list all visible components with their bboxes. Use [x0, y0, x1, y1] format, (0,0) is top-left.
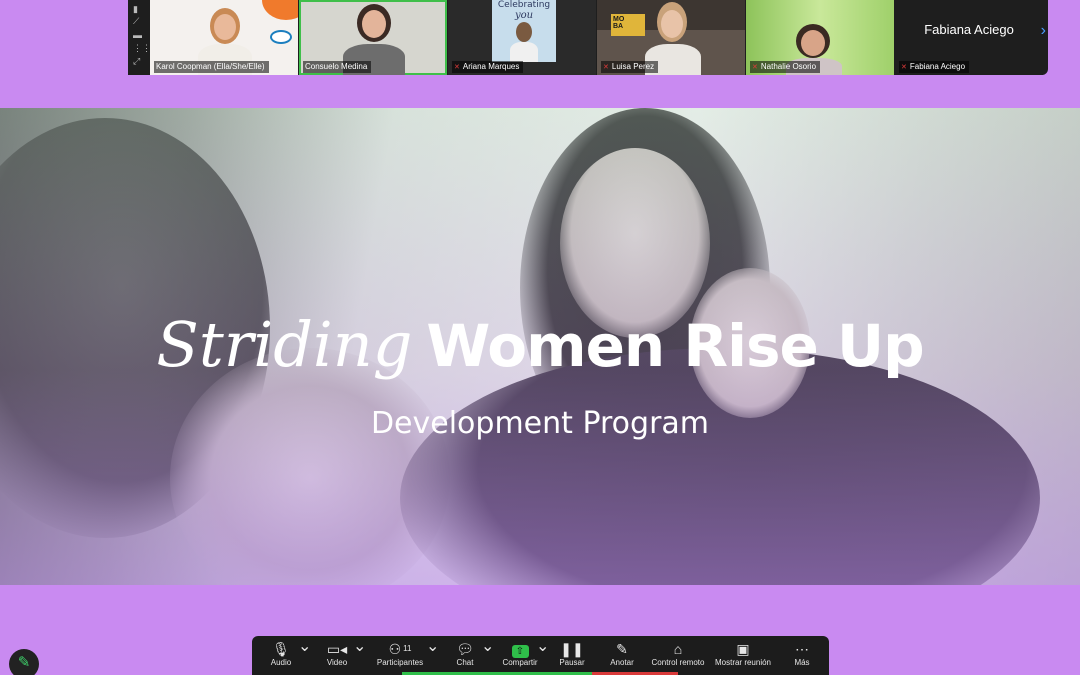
- draw-tool-icon[interactable]: ⟋: [133, 17, 143, 26]
- participant-face: [516, 22, 532, 42]
- participant-tile[interactable]: ✕ Nathalie Osorio: [746, 0, 894, 75]
- poster-text: Celebrating: [497, 0, 551, 10]
- shared-screen: Striding Women Rise Up Development Progra…: [0, 108, 1080, 585]
- more-button[interactable]: ⋯ Más: [786, 636, 818, 675]
- pause-icon: ❚❚: [560, 641, 584, 657]
- participant-name: ✕ Nathalie Osorio: [750, 61, 821, 73]
- participants-button[interactable]: ⚇ 11 Participantes: [374, 636, 426, 675]
- poster-text: you: [514, 10, 534, 21]
- chat-label: Chat: [456, 658, 474, 667]
- share-screen-icon-wrap: ⇧: [500, 640, 540, 658]
- company-logo-icon: [270, 30, 292, 44]
- more-options-icon: ⋯: [795, 641, 809, 657]
- arrow-tool-icon[interactable]: ▮: [133, 5, 143, 14]
- participant-face: [661, 10, 683, 38]
- next-page-icon[interactable]: ›: [1041, 22, 1046, 40]
- mouse-icon: ⌂: [673, 641, 683, 657]
- participants-icon: ⚇ 11: [388, 641, 412, 657]
- shape-tool-icon[interactable]: ▬: [133, 31, 143, 40]
- participant-name: ✕ Luisa Perez: [601, 61, 659, 73]
- slide-subtitle: Development Program: [370, 406, 710, 441]
- participant-face: [362, 10, 386, 38]
- participant-strip: ▮ ⟋ ▬ ⋮⋮ ⤢ Karol Coopman (Ella/She/Elle)…: [128, 0, 1048, 75]
- remote-control-button[interactable]: ⌂ Control remoto: [650, 636, 706, 675]
- chat-bubble-icon: 💬︎: [456, 641, 474, 657]
- remote-control-label: Control remoto: [651, 658, 705, 667]
- share-label: Compartir: [502, 658, 538, 667]
- microphone-icon: 🎙︎: [272, 641, 290, 657]
- audio-options-chevron-icon[interactable]: ⌄: [298, 636, 311, 675]
- audio-label: Audio: [270, 658, 292, 667]
- zoom-meeting-window: ▮ ⟋ ▬ ⋮⋮ ⤢ Karol Coopman (Ella/She/Elle)…: [0, 0, 1080, 675]
- grid-view-icon[interactable]: ⋮⋮: [133, 44, 151, 53]
- participants-label: Participantes: [376, 658, 424, 667]
- participant-name: ✕ Fabiana Aciego: [899, 61, 970, 73]
- participant-name: ✕ Ariana Marques: [452, 61, 524, 73]
- chat-button[interactable]: 💬︎ Chat: [448, 636, 482, 675]
- more-label: Más: [794, 658, 810, 667]
- participant-face: [214, 14, 236, 40]
- slide-title-script: Striding: [156, 308, 413, 381]
- pencil-icon: ✎: [616, 641, 628, 657]
- chat-options-chevron-icon[interactable]: ⌄: [481, 636, 494, 675]
- annotation-toolbar: ▮ ⟋ ▬ ⋮⋮ ⤢: [128, 0, 151, 75]
- participant-tile[interactable]: Karol Coopman (Ella/She/Elle): [150, 0, 298, 75]
- participant-tile-active[interactable]: Consuelo Medina: [299, 0, 447, 75]
- share-button[interactable]: ⇧ Compartir: [500, 636, 540, 675]
- participants-options-chevron-icon[interactable]: ⌄: [426, 636, 439, 675]
- slide-title-bold: Women Rise Up: [426, 312, 924, 380]
- share-screen-icon: ⇧: [511, 645, 529, 658]
- virtual-background-poster: Celebrating you: [492, 0, 556, 62]
- camera-icon: ▭◂: [326, 641, 348, 657]
- participant-tile[interactable]: Celebrating you ✕ Ariana Marques: [448, 0, 596, 75]
- participant-tile[interactable]: MO BA ✕ Luisa Perez: [597, 0, 745, 75]
- video-options-chevron-icon[interactable]: ⌄: [353, 636, 366, 675]
- participant-display-name: Fabiana Aciego: [924, 22, 1014, 37]
- video-label: Video: [326, 658, 348, 667]
- show-meeting-label: Mostrar reunión: [714, 658, 772, 667]
- annotate-button[interactable]: ✎ Anotar: [604, 636, 640, 675]
- expand-icon[interactable]: ⤢: [133, 57, 143, 66]
- muted-mic-icon: ✕: [752, 64, 758, 71]
- slide-title: Striding Women Rise Up: [0, 308, 1080, 381]
- video-button[interactable]: ▭◂ Video: [318, 636, 356, 675]
- muted-mic-icon: ✕: [603, 64, 609, 71]
- participant-face: [801, 30, 825, 56]
- sign-board: MO BA: [611, 14, 645, 36]
- share-options-chevron-icon[interactable]: ⌄: [536, 636, 549, 675]
- show-window-icon: ▣: [736, 641, 750, 657]
- pause-label: Pausar: [559, 658, 585, 667]
- participant-name: Consuelo Medina: [303, 61, 372, 73]
- show-meeting-button[interactable]: ▣ Mostrar reunión: [714, 636, 772, 675]
- logo-shape: [262, 0, 298, 20]
- annotation-pencil-icon[interactable]: ✎: [9, 649, 39, 675]
- meeting-control-bar: 🎙︎ Audio ⌄ ▭◂ Video ⌄ ⚇ 11 Participantes …: [252, 636, 829, 675]
- participant-tile-video-off[interactable]: Fabiana Aciego ✕ Fabiana Aciego: [895, 0, 1043, 75]
- muted-mic-icon: ✕: [901, 64, 907, 71]
- annotate-label: Anotar: [610, 658, 634, 667]
- muted-mic-icon: ✕: [454, 64, 460, 71]
- participant-name: Karol Coopman (Ella/She/Elle): [154, 61, 269, 73]
- audio-button[interactable]: 🎙︎ Audio: [262, 636, 300, 675]
- participant-body: [510, 42, 538, 62]
- pause-share-button[interactable]: ❚❚ Pausar: [554, 636, 590, 675]
- participants-count: 11: [403, 644, 412, 653]
